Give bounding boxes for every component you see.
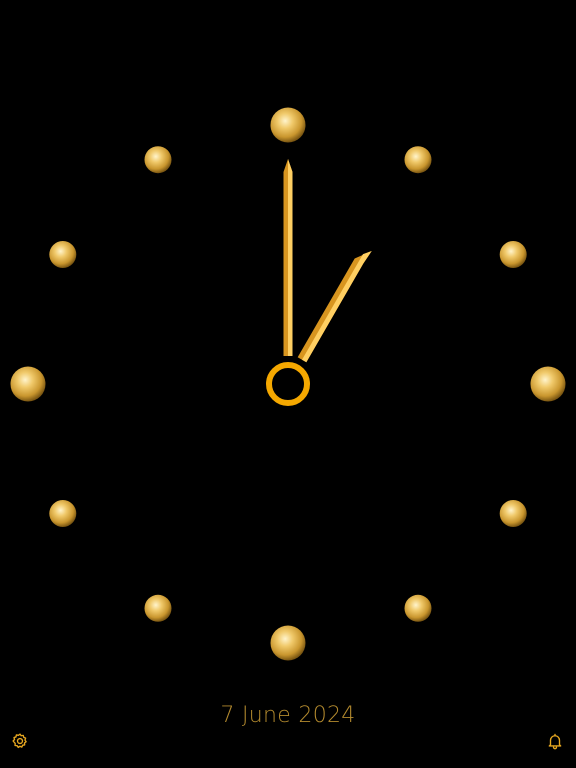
hour-marker-10 [49, 241, 77, 268]
hour-marker-7 [144, 594, 172, 622]
minute-hand [283, 159, 293, 356]
hour-marker-8 [49, 500, 77, 527]
clock-face [10, 107, 566, 661]
hour-marker-1 [404, 146, 432, 174]
clock-hands [266, 159, 372, 406]
hour-marker-12 [270, 107, 306, 143]
hour-marker-4 [499, 500, 527, 527]
bell-icon [548, 733, 562, 750]
hour-marker-2 [499, 241, 527, 268]
hour-hand [297, 251, 372, 363]
settings-button[interactable] [8, 729, 32, 753]
hour-marker-6 [270, 625, 306, 661]
alarm-button[interactable] [543, 729, 567, 753]
date-label: 7 June 2024 [220, 703, 356, 728]
hour-marker-5 [404, 594, 432, 622]
hour-marker-9 [10, 366, 46, 402]
gear-icon [12, 733, 27, 749]
hour-marker-3 [530, 366, 566, 402]
hand-hub-ring [266, 362, 310, 406]
hour-marker-11 [144, 146, 172, 174]
